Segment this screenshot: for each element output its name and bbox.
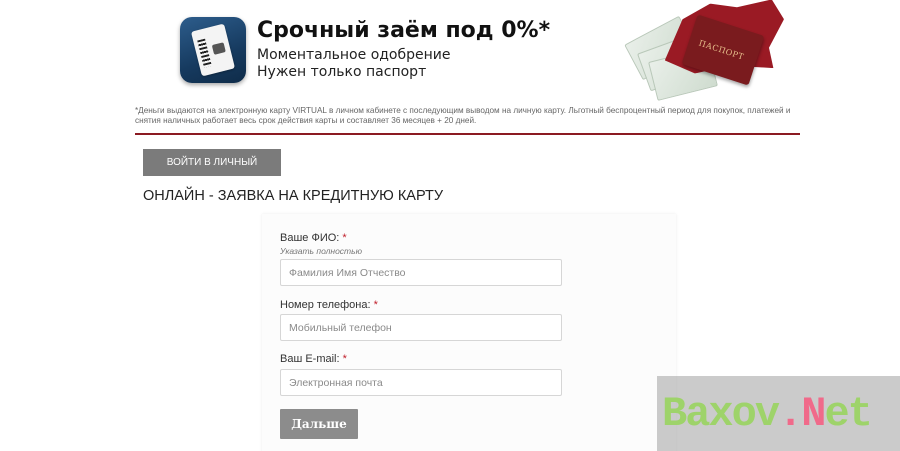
banner-title: Срочный заём под 0%* — [257, 18, 551, 43]
passport-word: ПАСПОРТ — [697, 38, 746, 62]
email-input[interactable] — [280, 369, 562, 396]
disclaimer-text: *Деньги выдаются на электронную карту VI… — [135, 106, 791, 125]
banner-subtitle-passport: Нужен только паспорт — [257, 64, 427, 80]
phone-field-label: Номер телефона: * — [280, 299, 378, 311]
card-app-icon — [180, 17, 246, 83]
section-title: ОНЛАЙН - ЗАЯВКА НА КРЕДИТНУЮ КАРТУ — [143, 188, 444, 204]
card-icon — [190, 23, 236, 77]
money-passport-illustration: ПАСПОРТ — [622, 0, 782, 101]
required-marker: * — [342, 232, 347, 244]
name-field-label: Ваше ФИО: * — [280, 232, 347, 244]
name-field-hint: Указать полностью — [280, 246, 362, 256]
email-field-label: Ваш E-mail: * — [280, 353, 347, 365]
login-cabinet-button[interactable]: ВОЙТИ В ЛИЧНЫЙ КАБИНЕТ — [143, 149, 281, 195]
banner-subtitle-approval: Моментальное одобрение — [257, 47, 451, 63]
next-button[interactable]: Дальше — [280, 409, 358, 439]
watermark-logo: Baxov.Net — [662, 390, 873, 438]
divider — [135, 133, 800, 135]
full-name-input[interactable] — [280, 259, 562, 286]
required-marker: * — [342, 353, 347, 365]
phone-input[interactable] — [280, 314, 562, 341]
required-marker: * — [373, 299, 378, 311]
